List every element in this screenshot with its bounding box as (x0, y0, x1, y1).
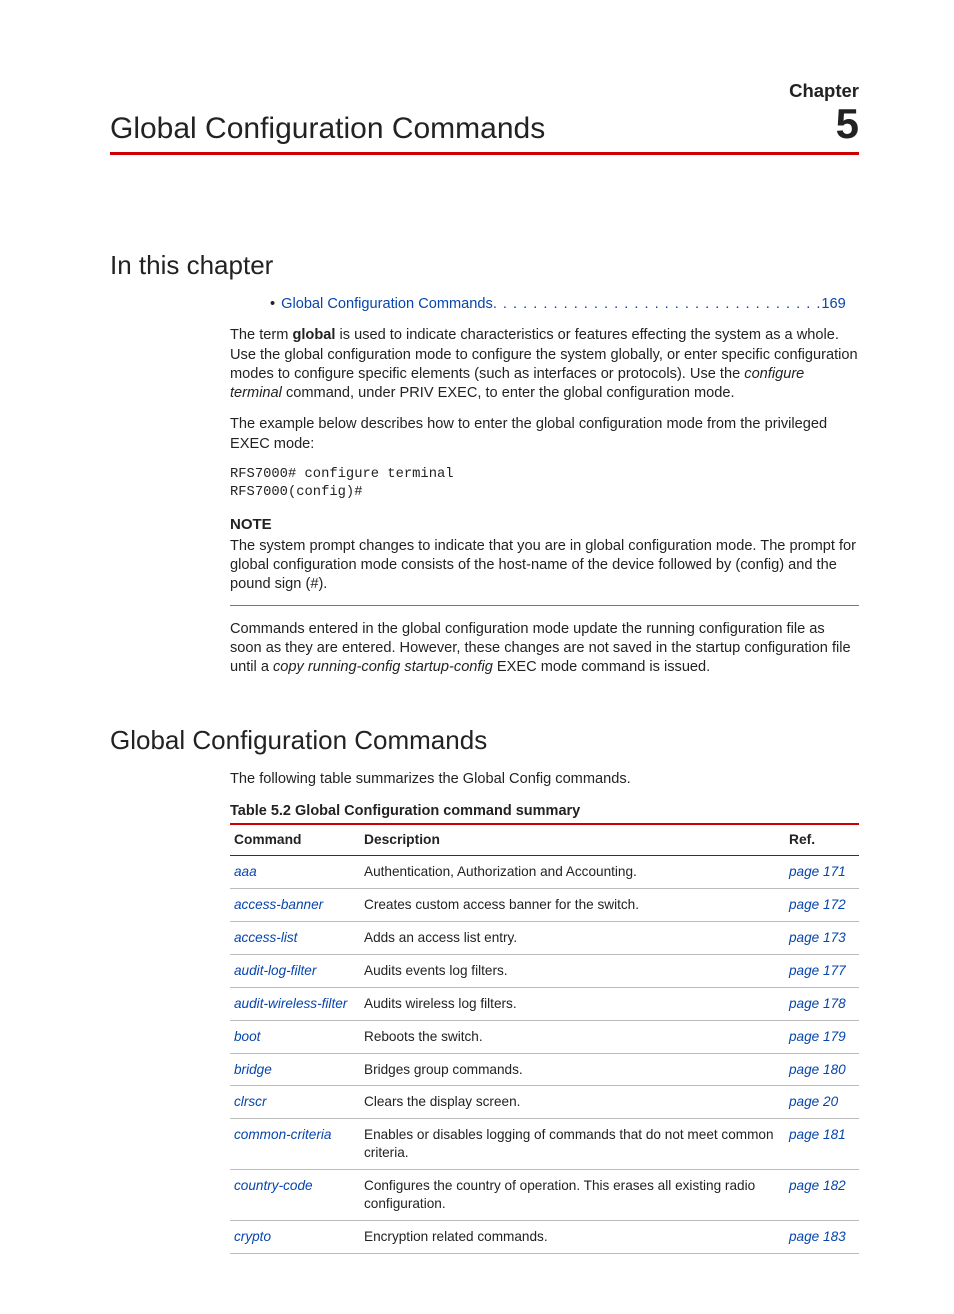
command-link[interactable]: clrscr (230, 1086, 360, 1119)
page-ref-link[interactable]: page 177 (785, 954, 859, 987)
page-ref-link[interactable]: page 180 (785, 1053, 859, 1086)
command-link[interactable]: boot (230, 1020, 360, 1053)
table-row: cryptoEncryption related commands.page 1… (230, 1221, 859, 1254)
command-description: Adds an access list entry. (360, 921, 785, 954)
command-link[interactable]: crypto (230, 1221, 360, 1254)
code-block: RFS7000# configure terminal RFS7000(conf… (230, 466, 859, 503)
command-description: Audits wireless log filters. (360, 987, 785, 1020)
page-ref-link[interactable]: page 178 (785, 987, 859, 1020)
table-caption: Table 5.2 Global Configuration command s… (230, 802, 859, 821)
toc-link-label: Global Configuration Commands (281, 295, 493, 314)
command-link[interactable]: audit-wireless-filter (230, 987, 360, 1020)
toc-page-number: 169 (821, 295, 845, 314)
command-description: Creates custom access banner for the swi… (360, 888, 785, 921)
table-row: bridgeBridges group commands.page 180 (230, 1053, 859, 1086)
command-link[interactable]: country-code (230, 1170, 360, 1221)
command-description: Encryption related commands. (360, 1221, 785, 1254)
command-description: Clears the display screen. (360, 1086, 785, 1119)
command-link[interactable]: access-list (230, 921, 360, 954)
command-link[interactable]: aaa (230, 855, 360, 888)
table-row: bootReboots the switch.page 179 (230, 1020, 859, 1053)
command-link[interactable]: access-banner (230, 888, 360, 921)
th-description: Description (360, 824, 785, 856)
command-description: Bridges group commands. (360, 1053, 785, 1086)
table-row: common-criteriaEnables or disables loggi… (230, 1119, 859, 1170)
paragraph-running-config: Commands entered in the global configura… (230, 620, 859, 678)
chapter-header: Global Configuration Commands 5 (110, 100, 859, 155)
chapter-label: Chapter (110, 80, 859, 102)
th-ref: Ref. (785, 824, 859, 856)
th-command: Command (230, 824, 360, 856)
page-ref-link[interactable]: page 179 (785, 1020, 859, 1053)
table-row: audit-log-filterAudits events log filter… (230, 954, 859, 987)
command-description: Authentication, Authorization and Accoun… (360, 855, 785, 888)
table-row: clrscrClears the display screen.page 20 (230, 1086, 859, 1119)
command-link[interactable]: bridge (230, 1053, 360, 1086)
page-ref-link[interactable]: page 172 (785, 888, 859, 921)
note-title: NOTE (230, 515, 859, 535)
toc-entry[interactable]: • Global Configuration Commands . . . . … (270, 295, 859, 314)
command-description: Enables or disables logging of commands … (360, 1119, 785, 1170)
table-row: aaaAuthentication, Authorization and Acc… (230, 855, 859, 888)
chapter-title: Global Configuration Commands (110, 112, 545, 146)
table-row: access-bannerCreates custom access banne… (230, 888, 859, 921)
note-body: The system prompt changes to indicate th… (230, 537, 859, 595)
note-block: NOTE The system prompt changes to indica… (230, 515, 859, 606)
paragraph-intro: The term global is used to indicate char… (230, 326, 859, 403)
command-description: Audits events log filters. (360, 954, 785, 987)
chapter-number: 5 (836, 100, 859, 148)
command-description: Reboots the switch. (360, 1020, 785, 1053)
page-ref-link[interactable]: page 183 (785, 1221, 859, 1254)
command-link[interactable]: audit-log-filter (230, 954, 360, 987)
paragraph-example-intro: The example below describes how to enter… (230, 415, 859, 454)
page-ref-link[interactable]: page 20 (785, 1086, 859, 1119)
toc-leader-dots: . . . . . . . . . . . . . . . . . . . . … (493, 295, 822, 314)
table-row: country-codeConfigures the country of op… (230, 1170, 859, 1221)
page-ref-link[interactable]: page 182 (785, 1170, 859, 1221)
paragraph-table-intro: The following table summarizes the Globa… (230, 770, 859, 789)
table-row: audit-wireless-filterAudits wireless log… (230, 987, 859, 1020)
page-ref-link[interactable]: page 171 (785, 855, 859, 888)
page-ref-link[interactable]: page 181 (785, 1119, 859, 1170)
page-ref-link[interactable]: page 173 (785, 921, 859, 954)
command-summary-table: Command Description Ref. aaaAuthenticati… (230, 823, 859, 1254)
section-global-config-commands: Global Configuration Commands (110, 725, 859, 756)
section-in-this-chapter: In this chapter (110, 250, 859, 281)
command-description: Configures the country of operation. Thi… (360, 1170, 785, 1221)
command-link[interactable]: common-criteria (230, 1119, 360, 1170)
table-row: access-listAdds an access list entry.pag… (230, 921, 859, 954)
bullet-icon: • (270, 295, 275, 314)
